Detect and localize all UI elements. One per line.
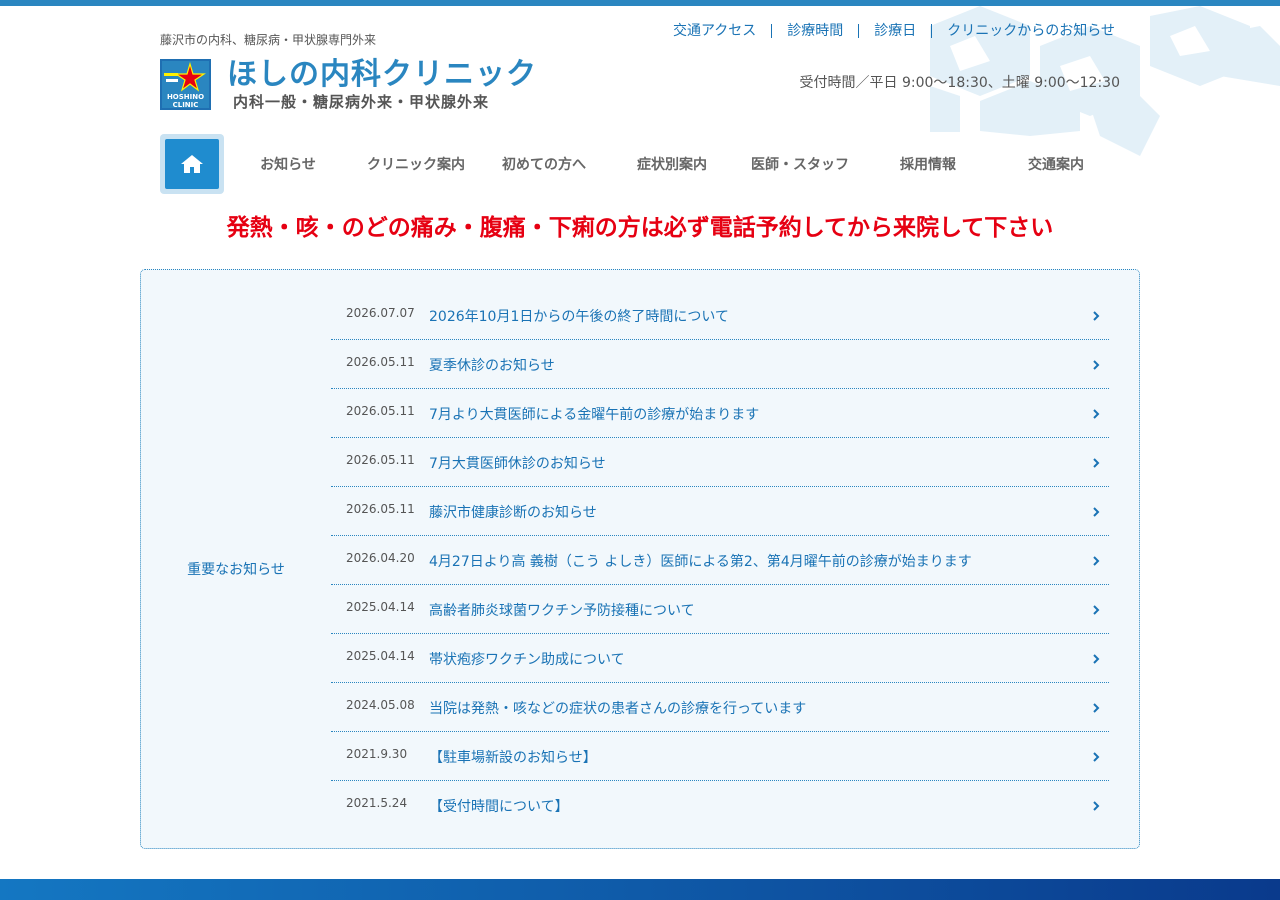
badge-text-2: CLINIC [173,101,199,109]
news-date: 2026.05.11 [346,502,415,516]
clinic-subtitle: 内科一般・糖尿病外来・甲状腺外来 [233,93,490,111]
news-item[interactable]: 2026.05.11 7月大貫医師休診のお知らせ [331,438,1109,487]
reception-hours: 受付時間／平日 9:00〜18:30、土曜 9:00〜12:30 [799,75,1120,91]
clinic-star-badge-icon: HOSHINO CLINIC [160,59,211,110]
site-tagline: 藤沢市の内科、糖尿病・甲状腺専門外来 [160,33,377,47]
chevron-right-icon [1093,752,1100,762]
chevron-right-icon [1093,654,1100,664]
news-item[interactable]: 2021.5.24 【受付時間について】 [331,781,1109,830]
util-link-notices[interactable]: クリニックからのお知らせ [931,24,1115,38]
news-item[interactable]: 2026.05.11 7月より大貫医師による金曜午前の診療が始まります [331,389,1109,438]
news-date: 2026.05.11 [346,453,415,467]
utility-nav: 交通アクセス 診療時間 診療日 クリニックからのお知らせ [658,24,1115,38]
nav-item-doctors-staff[interactable]: 医師・スタッフ [736,154,864,174]
main-nav: お知らせ クリニック案内 初めての方へ 症状別案内 医師・スタッフ 採用情報 交… [160,134,1120,194]
news-date: 2025.04.14 [346,649,415,663]
news-title[interactable]: 藤沢市健康診断のお知らせ [429,502,597,522]
nav-item-news[interactable]: お知らせ [224,154,352,174]
news-item[interactable]: 2026.05.11 夏季休診のお知らせ [331,340,1109,389]
alert-message: 発熱・咳・のどの痛み・腹痛・下痢の方は必ず電話予約してから来院して下さい [226,215,1054,241]
chevron-right-icon [1093,458,1100,468]
home-button[interactable] [160,134,224,194]
nav-item-first-visit[interactable]: 初めての方へ [480,154,608,174]
news-title[interactable]: 高齢者肺炎球菌ワクチン予防接種について [429,600,695,620]
news-title[interactable]: 4月27日より高 義樹（こう よしき）医師による第2、第4月曜午前の診療が始まり… [429,551,972,571]
important-news-label: 重要なお知らせ [187,562,285,578]
news-date: 2024.05.08 [346,698,415,712]
nav-item-symptoms[interactable]: 症状別案内 [608,154,736,174]
chevron-right-icon [1093,556,1100,566]
news-title[interactable]: 【駐車場新設のお知らせ】 [429,747,597,767]
badge-text-1: HOSHINO [167,93,204,101]
news-title[interactable]: 当院は発熱・咳などの症状の患者さんの診療を行っています [429,698,806,718]
news-item[interactable]: 2021.9.30 【駐車場新設のお知らせ】 [331,732,1109,781]
news-date: 2026.04.20 [346,551,415,565]
clinic-logo[interactable]: HOSHINO CLINIC ほしの内科クリニック 内科一般・糖尿病外来・甲状腺… [160,57,537,111]
news-item[interactable]: 2026.07.07 2026年10月1日からの午後の終了時間について [331,291,1109,340]
site-header: 藤沢市の内科、糖尿病・甲状腺専門外来 HOSHINO CLINIC ほしの内科ク… [160,6,1120,126]
chevron-right-icon [1093,801,1100,811]
news-date: 2026.05.11 [346,355,415,369]
news-item[interactable]: 2025.04.14 帯状疱疹ワクチン助成について [331,634,1109,683]
clinic-logo-text: ほしの内科クリニック 内科一般・糖尿病外来・甲状腺外来 [227,57,537,111]
chevron-right-icon [1093,507,1100,517]
news-item[interactable]: 2024.05.08 当院は発熱・咳などの症状の患者さんの診療を行っています [331,683,1109,732]
chevron-right-icon [1093,360,1100,370]
footer-band [0,879,1280,900]
home-button-inner [165,139,219,189]
nav-item-access[interactable]: 交通案内 [992,154,1120,174]
util-link-access[interactable]: 交通アクセス [658,24,771,38]
home-icon [181,155,203,173]
news-title[interactable]: 【受付時間について】 [429,796,569,816]
news-title[interactable]: 帯状疱疹ワクチン助成について [429,649,625,669]
util-link-hours[interactable]: 診療時間 [771,24,858,38]
news-list: 2026.07.07 2026年10月1日からの午後の終了時間について 2026… [331,291,1109,830]
news-date: 2025.04.14 [346,600,415,614]
chevron-right-icon [1093,409,1100,419]
news-date: 2021.5.24 [346,796,408,810]
news-item[interactable]: 2026.05.11 藤沢市健康診断のお知らせ [331,487,1109,536]
news-item[interactable]: 2026.04.20 4月27日より高 義樹（こう よしき）医師による第2、第4… [331,536,1109,585]
important-news-box: 重要なお知らせ 2026.07.07 2026年10月1日からの午後の終了時間に… [140,269,1140,849]
news-item[interactable]: 2025.04.14 高齢者肺炎球菌ワクチン予防接種について [331,585,1109,634]
news-title[interactable]: 2026年10月1日からの午後の終了時間について [429,306,729,326]
chevron-right-icon [1093,605,1100,615]
util-link-days[interactable]: 診療日 [858,24,931,38]
news-title[interactable]: 夏季休診のお知らせ [429,355,555,375]
nav-item-clinic-info[interactable]: クリニック案内 [352,154,480,174]
news-date: 2021.9.30 [346,747,408,761]
news-date: 2026.07.07 [346,306,415,320]
chevron-right-icon [1093,311,1100,321]
nav-item-recruitment[interactable]: 採用情報 [864,154,992,174]
chevron-right-icon [1093,703,1100,713]
clinic-name: ほしの内科クリニック [227,57,537,92]
news-title[interactable]: 7月大貫医師休診のお知らせ [429,453,606,473]
news-date: 2026.05.11 [346,404,415,418]
news-title[interactable]: 7月より大貫医師による金曜午前の診療が始まります [429,404,759,424]
